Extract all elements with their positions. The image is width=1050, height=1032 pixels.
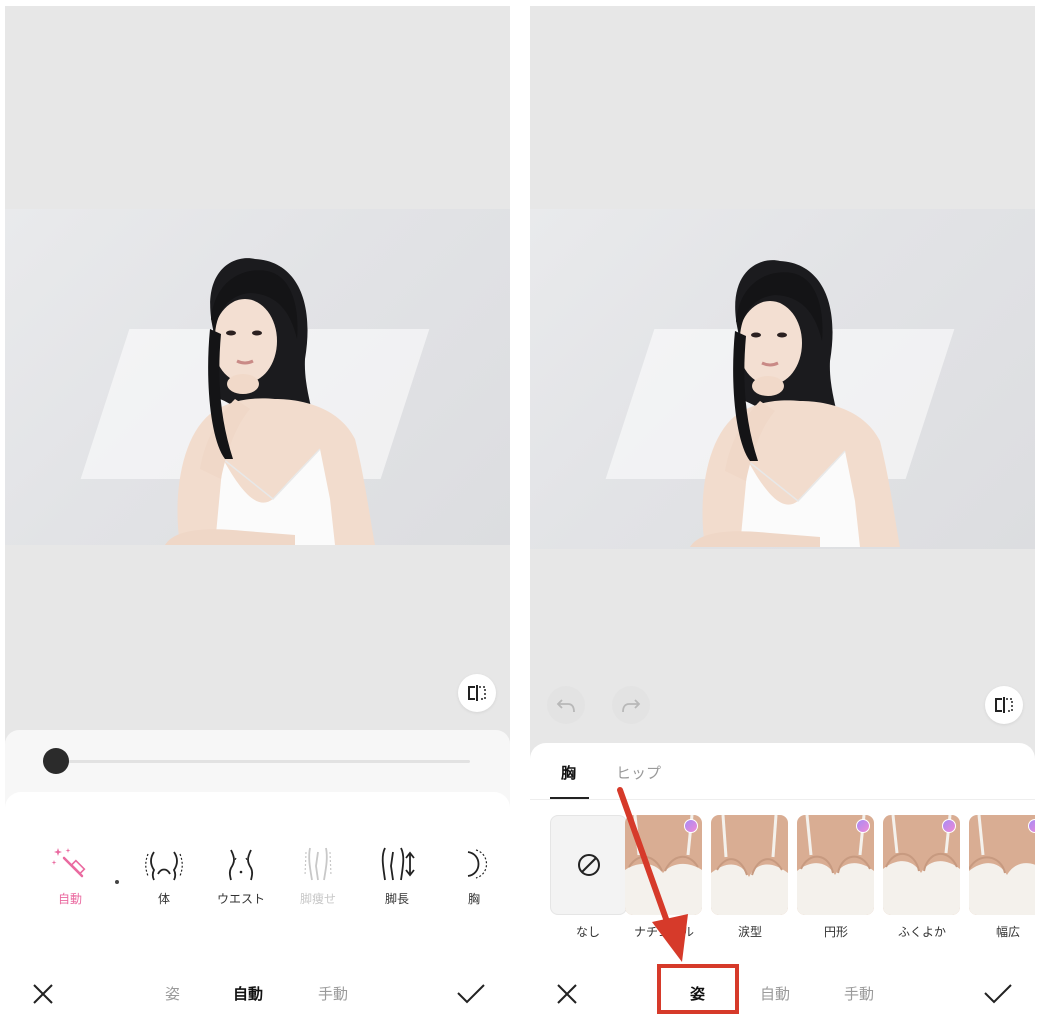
chest-icon bbox=[467, 849, 488, 879]
tool-waist[interactable]: ウエスト bbox=[201, 842, 281, 907]
tool-label: 脚長 bbox=[384, 892, 409, 906]
preset-thumbnail[interactable] bbox=[797, 815, 874, 915]
tool-separator bbox=[115, 880, 119, 884]
redo-icon bbox=[622, 699, 641, 713]
preset-image bbox=[969, 815, 1035, 915]
compare-button[interactable] bbox=[985, 686, 1023, 724]
close-icon bbox=[557, 984, 577, 1004]
tool-label: ウエスト bbox=[216, 892, 265, 906]
tool-leg-length[interactable]: 脚長 bbox=[357, 842, 437, 907]
cancel-button[interactable] bbox=[547, 974, 587, 1014]
redo-button[interactable] bbox=[612, 686, 650, 724]
highlight-box bbox=[657, 964, 739, 1014]
body-outline-icon bbox=[145, 851, 183, 881]
tab-posture[interactable]: 姿 bbox=[165, 983, 180, 1004]
tool-label: 胸 bbox=[467, 892, 480, 906]
premium-badge-icon bbox=[942, 819, 956, 833]
tab-manual[interactable]: 手動 bbox=[844, 983, 874, 1004]
tab-manual[interactable]: 手動 bbox=[318, 983, 348, 1004]
left-screenshot: 自動 体 ウエスト 脚痩せ 脚長 胸 姿 自動 手動 bbox=[5, 6, 510, 1032]
compare-button[interactable] bbox=[458, 674, 496, 712]
magic-wand-icon bbox=[51, 848, 86, 878]
close-icon bbox=[33, 984, 53, 1004]
preset-thumbnail[interactable] bbox=[969, 815, 1035, 915]
preset-label: 涙型 bbox=[737, 925, 762, 939]
waist-icon bbox=[228, 849, 254, 881]
premium-badge-icon bbox=[856, 819, 870, 833]
tool-auto[interactable]: 自動 bbox=[30, 842, 110, 907]
confirm-button[interactable] bbox=[451, 974, 491, 1014]
bottom-bar: 姿 自動 手動 bbox=[5, 958, 510, 1032]
tab-auto[interactable]: 自動 bbox=[760, 983, 790, 1004]
tool-body[interactable]: 体 bbox=[124, 842, 204, 907]
tab-auto[interactable]: 自動 bbox=[233, 983, 263, 1004]
preset-thumbnail[interactable] bbox=[711, 815, 788, 915]
premium-badge-icon bbox=[1028, 819, 1035, 833]
slider-track[interactable] bbox=[56, 760, 470, 763]
photo-canvas[interactable] bbox=[530, 209, 1035, 549]
tab-chest[interactable]: 胸 bbox=[561, 762, 576, 783]
preset-image bbox=[711, 815, 788, 915]
annotation-arrow-icon bbox=[617, 787, 688, 962]
slider-knob[interactable] bbox=[43, 748, 69, 774]
tool-slim-legs[interactable]: 脚痩せ bbox=[278, 842, 358, 907]
none-icon bbox=[577, 854, 600, 876]
compare-icon bbox=[995, 697, 1013, 713]
portrait-photo bbox=[690, 260, 900, 547]
tool-chest[interactable]: 胸 bbox=[434, 842, 510, 907]
cancel-button[interactable] bbox=[23, 974, 63, 1014]
preset-label: ふくよか bbox=[897, 925, 946, 939]
legs-slim-icon bbox=[304, 847, 332, 881]
checkmark-icon bbox=[457, 984, 485, 1004]
preset-label: 幅広 bbox=[995, 925, 1020, 939]
body-tools-panel: 自動 体 ウエスト 脚痩せ 脚長 胸 姿 自動 手動 bbox=[5, 792, 510, 1032]
leg-length-icon bbox=[381, 847, 415, 881]
photo-canvas[interactable] bbox=[5, 209, 510, 545]
tool-label: 自動 bbox=[57, 892, 82, 906]
undo-button[interactable] bbox=[547, 686, 585, 724]
preset-label: 円形 bbox=[823, 925, 848, 939]
portrait-photo bbox=[165, 258, 375, 545]
undo-icon bbox=[556, 699, 575, 713]
confirm-button[interactable] bbox=[978, 974, 1018, 1014]
tool-label: 脚痩せ bbox=[299, 892, 336, 906]
preset-thumbnail[interactable] bbox=[883, 815, 960, 915]
compare-icon bbox=[468, 685, 486, 701]
checkmark-icon bbox=[984, 984, 1012, 1004]
tool-label: 体 bbox=[157, 892, 170, 906]
